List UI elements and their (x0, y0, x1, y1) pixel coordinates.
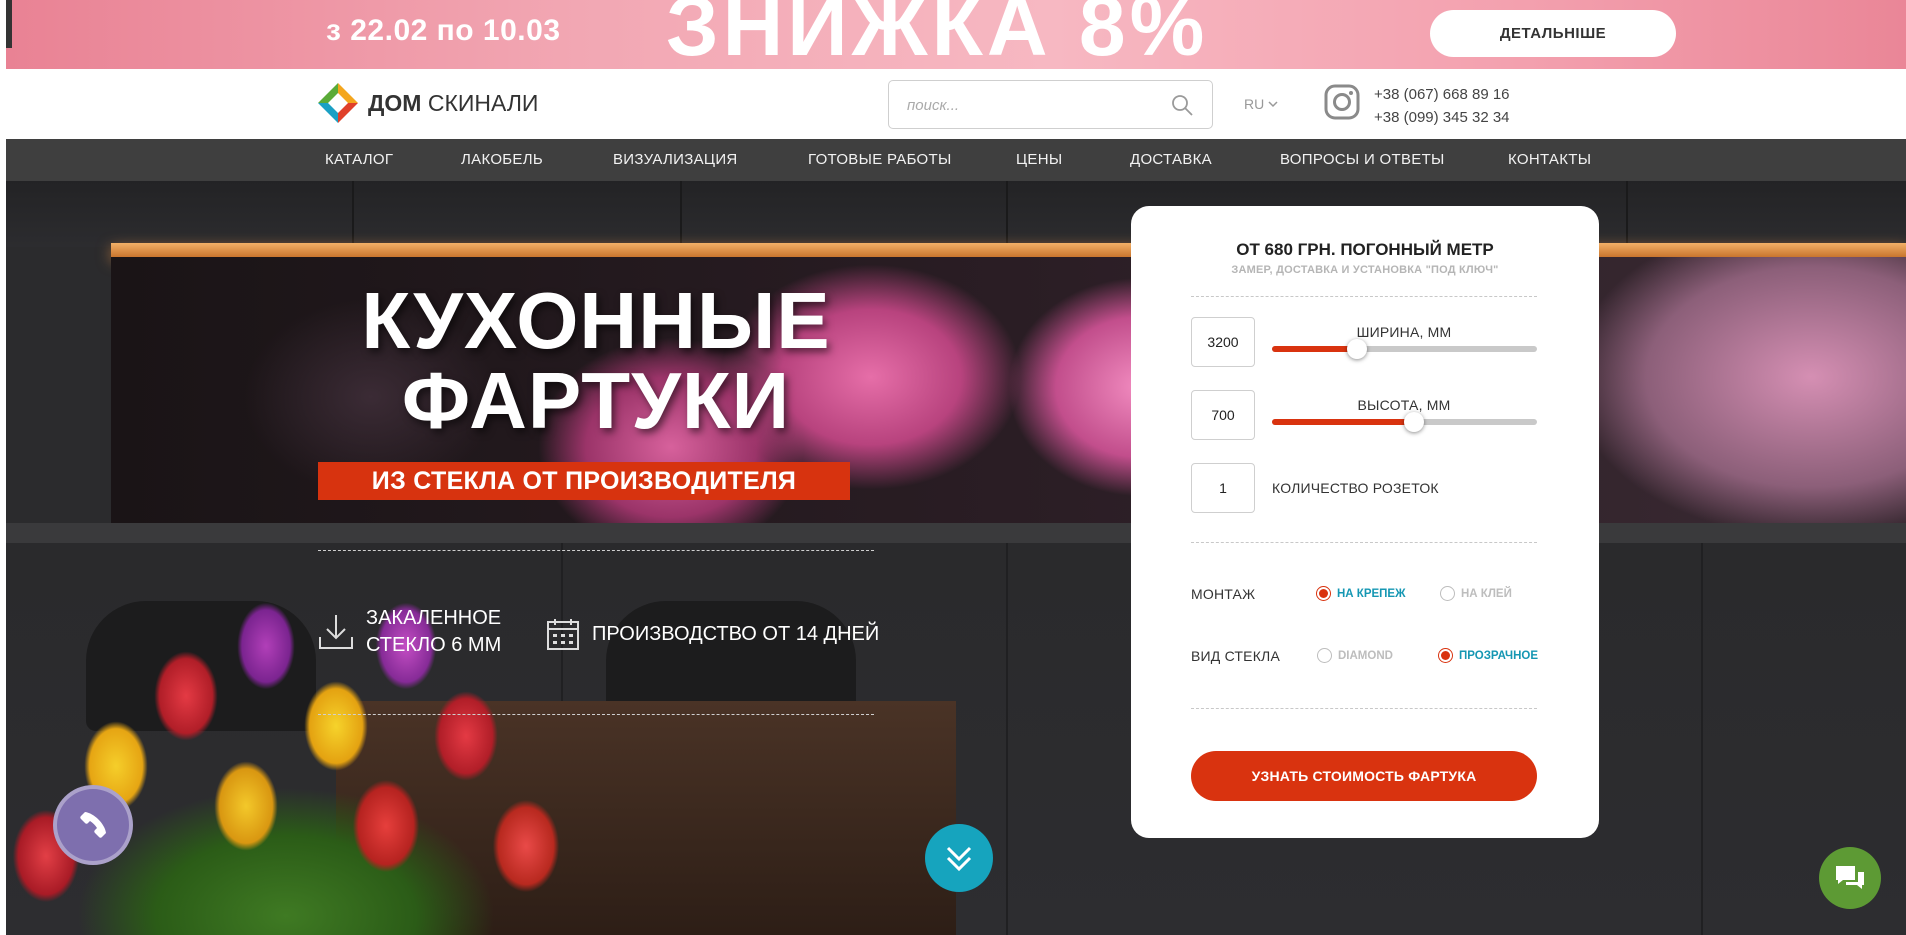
sockets-input[interactable]: 1 (1191, 463, 1255, 513)
hero-section: КУХОННЫЕ ФАРТУКИ ИЗ СТЕКЛА ОТ ПРОИЗВОДИТ… (6, 181, 1906, 935)
hero-title-line: КУХОННЫЕ (361, 276, 831, 365)
radio-label: ПРОЗРАЧНОЕ (1459, 649, 1539, 662)
radio-button[interactable] (1316, 586, 1331, 601)
chat-button[interactable] (1819, 847, 1881, 909)
cabinet-divider (1626, 181, 1628, 247)
calendar-icon (547, 619, 579, 650)
get-price-button[interactable]: УЗНАТЬ СТОИМОСТЬ ФАРТУКА (1191, 751, 1537, 801)
sockets-label: КОЛИЧЕСТВО РОЗЕТОК (1272, 480, 1439, 496)
instagram-icon[interactable] (1324, 84, 1360, 120)
logo-text: ДОМ СКИНАЛИ (368, 89, 539, 116)
radio-label: НА КРЕПЕЖ (1337, 587, 1406, 600)
width-slider[interactable] (1272, 339, 1537, 359)
language-switcher[interactable]: RU (1244, 96, 1278, 112)
language-label: RU (1244, 96, 1265, 112)
radio-label: НА КЛЕЙ (1461, 587, 1512, 600)
cabinet-divider (1006, 543, 1008, 935)
site-header: ДОМ СКИНАЛИ RU +38 (067) 668 89 16 +38 (… (6, 69, 1906, 139)
promo-dates: з 22.02 по 10.03 (326, 14, 561, 47)
logo-icon (318, 83, 358, 123)
search-box[interactable] (888, 80, 1213, 129)
price-calculator: ОТ 680 ГРН. ПОГОННЫЙ МЕТР ЗАМЕР, ДОСТАВК… (1131, 206, 1599, 838)
feature-production-time: ПРОИЗВОДСТВО ОТ 14 ДНЕЙ (546, 617, 879, 651)
download-icon (319, 615, 353, 649)
scroll-down-button[interactable] (925, 824, 993, 892)
divider (1191, 708, 1537, 709)
width-input[interactable]: 3200 (1191, 317, 1255, 367)
nav-item-delivery[interactable]: ДОСТАВКА (1130, 151, 1212, 168)
phone-icon (80, 812, 106, 838)
nav-item-faq[interactable]: ВОПРОСЫ И ОТВЕТЫ (1280, 151, 1445, 168)
main-nav: КАТАЛОГ ЛАКОБЕЛЬ ВИЗУАЛИЗАЦИЯ ГОТОВЫЕ РА… (6, 139, 1906, 181)
height-slider-fill (1272, 419, 1414, 425)
nav-item-prices[interactable]: ЦЕНЫ (1016, 151, 1062, 168)
radio-button[interactable] (1438, 648, 1453, 663)
hero-title-line: ФАРТУКИ (401, 356, 791, 445)
chevron-down-icon (1268, 101, 1278, 108)
double-chevron-down-icon (946, 846, 972, 872)
height-label: ВЫСОТА, ММ (1357, 397, 1451, 413)
logo[interactable]: ДОМ СКИНАЛИ (318, 83, 538, 123)
hero-subtitle: ИЗ СТЕКЛА ОТ ПРОИЗВОДИТЕЛЯ (318, 462, 850, 500)
promo-edge (6, 0, 12, 48)
callback-button[interactable] (53, 785, 133, 865)
hero-background-cabinets (6, 181, 1906, 247)
radio-button[interactable] (1440, 586, 1455, 601)
divider (318, 550, 874, 551)
width-label: ШИРИНА, ММ (1356, 324, 1452, 340)
divider (318, 714, 874, 715)
glass-option-diamond[interactable]: DIAMOND (1317, 648, 1393, 663)
radio-button[interactable] (1317, 648, 1332, 663)
mount-label: МОНТАЖ (1191, 586, 1256, 602)
countertop (6, 523, 1906, 543)
cabinet-divider (680, 181, 682, 247)
calculator-subtitle: ЗАМЕР, ДОСТАВКА И УСТАНОВКА "ПОД КЛЮЧ" (1231, 264, 1499, 276)
radio-label: DIAMOND (1338, 649, 1393, 662)
page: з 22.02 по 10.03 ЗНИЖКА 8% ДЕТАЛЬНІШЕ ДО… (0, 0, 1906, 935)
calculator-title: ОТ 680 ГРН. ПОГОННЫЙ МЕТР (1236, 240, 1494, 259)
width-slider-handle[interactable] (1346, 339, 1367, 359)
feature-text: СТЕКЛО 6 ММ (366, 634, 502, 656)
glass-option-transparent[interactable]: ПРОЗРАЧНОЕ (1438, 648, 1538, 663)
promo-headline: ЗНИЖКА 8% (666, 0, 1209, 69)
divider (1191, 542, 1537, 543)
led-strip (111, 243, 1906, 257)
mount-option-glue[interactable]: НА КЛЕЙ (1440, 586, 1512, 601)
feature-text: ПРОИЗВОДСТВО ОТ 14 ДНЕЙ (592, 622, 880, 645)
chat-icon (1836, 866, 1864, 889)
nav-item-lacobel[interactable]: ЛАКОБЕЛЬ (461, 151, 543, 168)
cabinet-divider (1701, 543, 1703, 935)
nav-item-catalog[interactable]: КАТАЛОГ (325, 151, 393, 168)
promo-banner[interactable]: з 22.02 по 10.03 ЗНИЖКА 8% ДЕТАЛЬНІШЕ (6, 0, 1906, 69)
height-input[interactable]: 700 (1191, 390, 1255, 440)
height-slider-handle[interactable] (1403, 412, 1424, 432)
nav-item-portfolio[interactable]: ГОТОВЫЕ РАБОТЫ (808, 151, 952, 168)
phone-number[interactable]: +38 (099) 345 32 34 (1374, 106, 1510, 129)
cabinet-divider (352, 181, 354, 247)
hero-title: КУХОННЫЕ ФАРТУКИ (316, 281, 876, 441)
width-slider-fill (1272, 346, 1357, 352)
search-icon[interactable] (1170, 93, 1194, 117)
phone-list: +38 (067) 668 89 16 +38 (099) 345 32 34 (1374, 83, 1510, 129)
divider (1191, 296, 1537, 297)
phone-number[interactable]: +38 (067) 668 89 16 (1374, 83, 1510, 106)
mount-option-fastener[interactable]: НА КРЕПЕЖ (1316, 586, 1406, 601)
cabinet-divider (1006, 181, 1008, 247)
feature-tempered-glass: ЗАКАЛЕННОЕ СТЕКЛО 6 ММ (318, 605, 501, 659)
nav-item-contacts[interactable]: КОНТАКТЫ (1508, 151, 1591, 168)
promo-details-button[interactable]: ДЕТАЛЬНІШЕ (1430, 10, 1676, 57)
glass-type-label: ВИД СТЕКЛА (1191, 648, 1280, 664)
feature-text: ЗАКАЛЕННОЕ (366, 607, 502, 629)
height-slider[interactable] (1272, 412, 1537, 432)
nav-item-visualization[interactable]: ВИЗУАЛИЗАЦИЯ (613, 151, 738, 168)
search-input[interactable] (907, 93, 1157, 117)
